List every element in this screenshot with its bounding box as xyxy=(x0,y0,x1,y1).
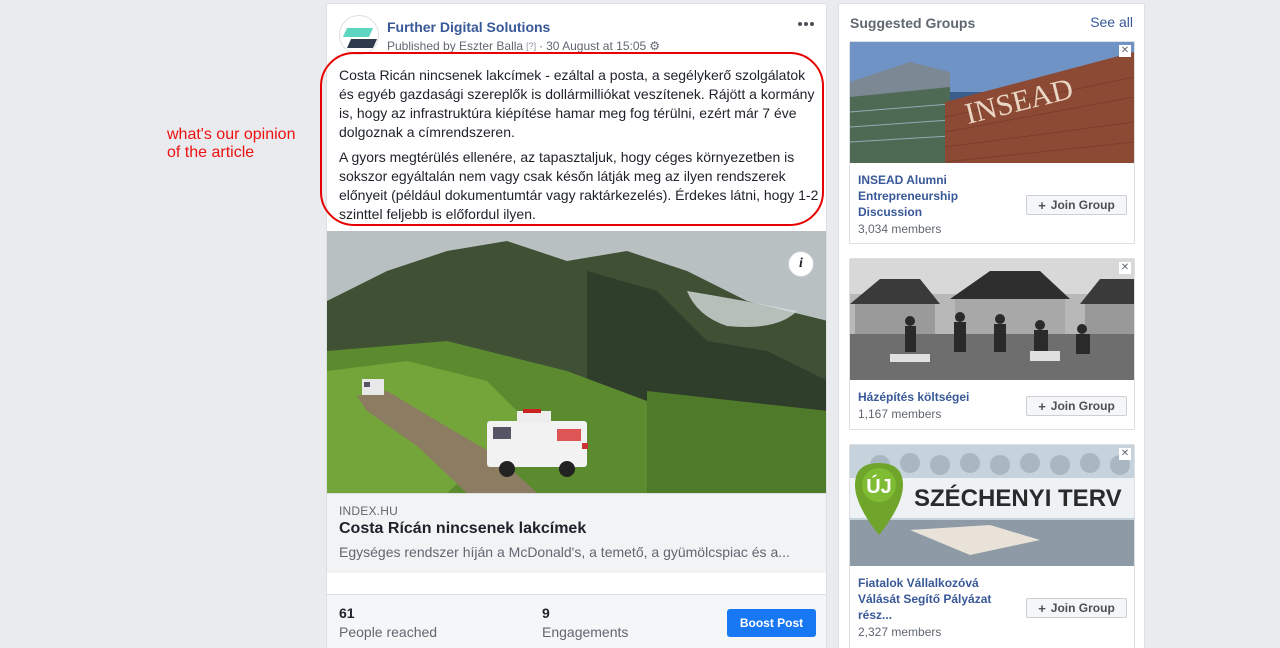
plus-icon: + xyxy=(1038,197,1046,213)
link-description: Egységes rendszer híján a McDonald's, a … xyxy=(339,544,790,560)
plus-icon: + xyxy=(1038,398,1046,414)
group-name-link[interactable]: INSEAD Alumni Entrepreneurship Discussio… xyxy=(858,172,1008,220)
reach-value: 61 xyxy=(339,605,355,621)
page-name-link[interactable]: Further Digital Solutions xyxy=(387,19,550,35)
group-members: 2,327 members xyxy=(858,625,942,639)
close-icon[interactable]: ✕ xyxy=(1119,448,1131,460)
group-card[interactable]: ÚJ SZÉCHENYI TERV ✕ Fiatalok Vállalkozóv… xyxy=(849,444,1135,648)
join-group-label: Join Group xyxy=(1050,601,1115,615)
reach-stat: 61 People reached xyxy=(339,605,437,640)
engagements-value: 9 xyxy=(542,605,550,621)
reach-label: People reached xyxy=(339,624,438,640)
more-options-icon[interactable] xyxy=(794,12,818,36)
group-image[interactable]: ✕ xyxy=(850,259,1134,380)
group-image[interactable]: INSEAD ✕ xyxy=(850,42,1134,163)
group-name-link[interactable]: Fiatalok Vállalkozóvá Válását Segítő Pál… xyxy=(858,575,1008,623)
post-stats: 61 People reached 9 Engagements Boost Po… xyxy=(327,594,826,648)
group-card[interactable]: ✕ Házépítés költségei 1,167 members + Joi… xyxy=(849,258,1135,430)
post-paragraph-1: Costa Ricán nincsenek lakcímek - ezáltal… xyxy=(339,67,815,140)
post-paragraph-2: A gyors megtérülés ellenére, az tapaszta… xyxy=(339,149,819,222)
plus-icon: + xyxy=(1038,600,1046,616)
published-by: Published by Eszter Balla xyxy=(387,39,524,53)
post-card: Further Digital Solutions Published by E… xyxy=(326,3,827,648)
join-group-button[interactable]: + Join Group xyxy=(1026,195,1127,215)
join-group-button[interactable]: + Join Group xyxy=(1026,598,1127,618)
link-preview-image[interactable] xyxy=(327,231,826,493)
suggested-groups-panel: Suggested Groups See all INSEAD ✕ INSEAD… xyxy=(838,3,1145,648)
engagements-label: Engagements xyxy=(542,624,629,640)
published-by-help[interactable]: [?] xyxy=(526,41,536,51)
close-icon[interactable]: ✕ xyxy=(1119,45,1131,57)
engagements-stat: 9 Engagements xyxy=(542,605,628,640)
join-group-label: Join Group xyxy=(1050,198,1115,212)
annotation-note: what's our opinion of the article xyxy=(167,126,295,162)
group-members: 1,167 members xyxy=(858,407,942,421)
annotation-line-1: what's our opinion xyxy=(167,126,296,143)
gear-icon[interactable]: ⚙ xyxy=(649,39,660,53)
link-preview-box[interactable]: INDEX.HU Costa Rícán nincsenek lakcímek … xyxy=(327,493,826,573)
suggested-groups-title: Suggested Groups xyxy=(850,15,976,31)
join-group-button[interactable]: + Join Group xyxy=(1026,396,1127,416)
post-date-link[interactable]: 30 August at 15:05 xyxy=(546,39,646,53)
group-card[interactable]: INSEAD ✕ INSEAD Alumni Entrepreneurship … xyxy=(849,41,1135,244)
close-icon[interactable]: ✕ xyxy=(1119,262,1131,274)
page-avatar[interactable] xyxy=(339,15,379,55)
meta-separator: · xyxy=(539,39,544,53)
post-meta: Published by Eszter Balla [?] · 30 Augus… xyxy=(387,39,660,53)
szechenyi-terv-text: SZÉCHENYI TERV xyxy=(914,484,1122,512)
group-members: 3,034 members xyxy=(858,222,942,236)
post-message: Costa Ricán nincsenek lakcímek - ezáltal… xyxy=(339,66,819,230)
group-image[interactable]: ÚJ SZÉCHENYI TERV ✕ xyxy=(850,445,1134,566)
info-icon[interactable]: i xyxy=(788,251,814,277)
annotation-line-2: of the article xyxy=(167,144,255,161)
see-all-link[interactable]: See all xyxy=(1090,14,1133,30)
join-group-label: Join Group xyxy=(1050,399,1115,413)
link-domain: INDEX.HU xyxy=(339,504,398,518)
group-name-link[interactable]: Házépítés költségei xyxy=(858,389,1008,405)
boost-post-button[interactable]: Boost Post xyxy=(727,609,816,637)
page-logo-icon xyxy=(343,28,377,48)
post-header: Further Digital Solutions Published by E… xyxy=(327,4,826,56)
link-title[interactable]: Costa Rícán nincsenek lakcímek xyxy=(339,520,586,538)
uj-badge-text: ÚJ xyxy=(866,474,892,498)
